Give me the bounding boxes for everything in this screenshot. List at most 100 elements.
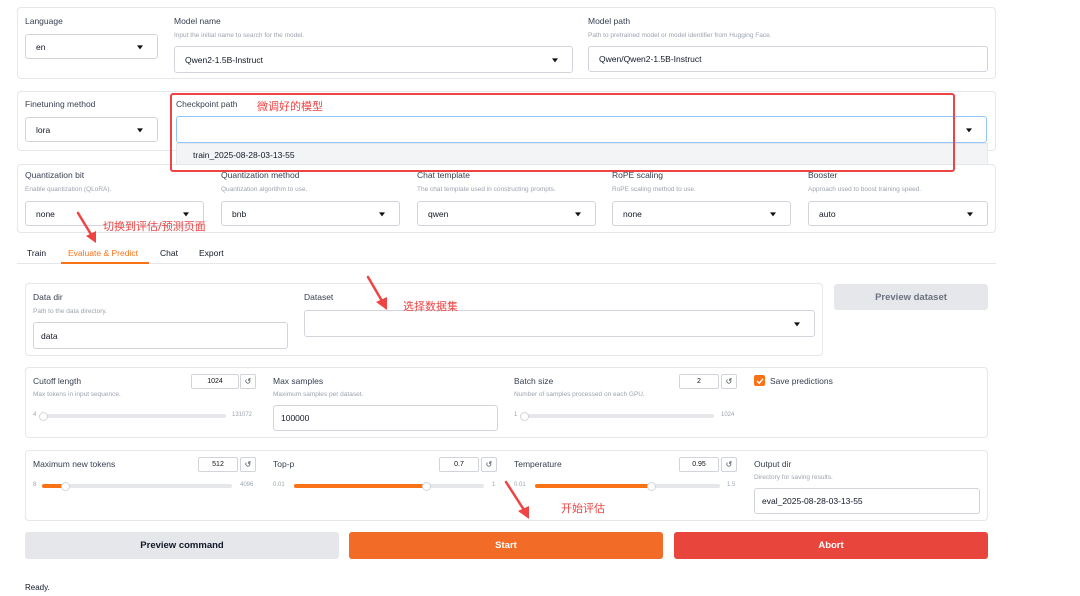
batch-size-number[interactable]: 2 (679, 374, 719, 389)
temperature-slider[interactable] (535, 481, 720, 491)
temperature-number[interactable]: 0.95 (679, 457, 719, 472)
tab-train[interactable]: Train (27, 248, 46, 258)
slider-max-label: 1024 (721, 412, 735, 418)
slider-min-label: 8 (33, 482, 37, 488)
finetuning-method-select[interactable]: lora (25, 117, 158, 142)
rope-scaling-info: RoPE scaling method to use. (612, 186, 696, 193)
chevron-down-icon (770, 211, 776, 216)
save-predictions-checkbox[interactable] (754, 375, 765, 386)
slider-handle[interactable] (519, 411, 529, 421)
batch-size-slider[interactable] (519, 411, 714, 421)
preview-command-button[interactable]: Preview command (25, 532, 339, 559)
slider-min-label: 0.01 (273, 482, 285, 488)
slider-handle[interactable] (60, 481, 70, 491)
model-path-label: Model path (588, 16, 631, 26)
quantization-method-value: bnb (232, 208, 247, 219)
checkpoint-dropdown-list: train_2025-08-28-03-13-55 (176, 143, 988, 166)
quantization-method-select[interactable]: bnb (221, 201, 400, 226)
dataset-select[interactable] (304, 310, 815, 337)
chevron-down-icon (552, 57, 558, 62)
max-new-tokens-number[interactable]: 512 (198, 457, 238, 472)
tab-annotation: 切换到评估/预测页面 (103, 220, 206, 233)
rope-scaling-label: RoPE scaling (612, 170, 664, 180)
dataset-label: Dataset (304, 292, 334, 302)
booster-select[interactable]: auto (808, 201, 988, 226)
model-name-info: Input the initial name to search for the… (174, 32, 305, 39)
max-new-tokens-label: Maximum new tokens (33, 459, 116, 469)
slider-handle[interactable] (421, 481, 431, 491)
slider-handle[interactable] (647, 481, 657, 491)
output-dir-value: eval_2025-08-28-03-13-55 (762, 496, 863, 506)
max-samples-value: 100000 (281, 413, 310, 423)
max-samples-input[interactable]: 100000 (273, 405, 498, 431)
output-dir-label: Output dir (754, 459, 792, 469)
booster-info: Approach used to boost training speed. (808, 186, 922, 193)
model-path-input[interactable]: Qwen/Qwen2-1.5B-Instruct (588, 46, 988, 72)
reset-icon[interactable]: ↺ (481, 457, 497, 472)
tab-chat[interactable]: Chat (160, 248, 178, 258)
tab-evaluate-predict[interactable]: Evaluate & Predict (68, 248, 138, 258)
slider-max-label: 1.5 (727, 482, 736, 488)
start-button[interactable]: Start (349, 532, 663, 559)
slider-fill (535, 484, 652, 488)
cutoff-length-number[interactable]: 1024 (191, 374, 239, 389)
tab-export[interactable]: Export (199, 248, 224, 258)
quantization-bit-info: Enable quantization (QLoRA). (25, 186, 112, 193)
top-p-number[interactable]: 0.7 (439, 457, 479, 472)
language-select[interactable]: en (25, 34, 158, 59)
chevron-down-icon (575, 211, 581, 216)
slider-min-label: 1 (514, 412, 518, 418)
checkmark-icon (756, 377, 764, 384)
output-dir-input[interactable]: eval_2025-08-28-03-13-55 (754, 488, 980, 514)
cutoff-length-label: Cutoff length (33, 376, 82, 386)
slider-fill (294, 484, 427, 488)
top-p-slider[interactable] (294, 481, 484, 491)
reset-icon[interactable]: ↺ (721, 374, 737, 389)
active-tab-indicator (61, 262, 149, 264)
checkpoint-option[interactable]: train_2025-08-28-03-13-55 (193, 150, 295, 160)
reset-icon[interactable]: ↺ (240, 374, 256, 389)
model-name-label: Model name (174, 16, 221, 26)
chat-template-info: The chat template used in constructing p… (417, 186, 556, 193)
abort-button[interactable]: Abort (674, 532, 988, 559)
dataset-annotation: 选择数据集 (403, 300, 458, 313)
checkpoint-annotation: 微调好的模型 (257, 100, 323, 113)
language-label: Language (25, 16, 63, 26)
chevron-down-icon (966, 127, 972, 132)
preview-dataset-button[interactable]: Preview dataset (834, 284, 988, 310)
finetuning-method-label: Finetuning method (25, 99, 96, 109)
save-predictions-label: Save predictions (770, 376, 833, 386)
status-text: Ready. (25, 583, 50, 592)
model-path-info: Path to pretrained model or model identi… (588, 32, 772, 39)
reset-icon[interactable]: ↺ (240, 457, 256, 472)
reset-icon[interactable]: ↺ (721, 457, 737, 472)
slider-max-label: 4096 (240, 482, 254, 488)
batch-size-label: Batch size (514, 376, 554, 386)
rope-scaling-select[interactable]: none (612, 201, 791, 226)
data-dir-input[interactable]: data (33, 322, 288, 349)
slider-min-label: 4 (33, 412, 37, 418)
max-new-tokens-slider[interactable] (42, 481, 232, 491)
temperature-label: Temperature (514, 459, 562, 469)
chevron-down-icon (137, 127, 143, 132)
cutoff-length-slider[interactable] (38, 411, 226, 421)
checkpoint-path-select[interactable] (176, 116, 987, 143)
top-p-label: Top-p (273, 459, 295, 469)
slider-max-label: 131072 (232, 412, 253, 418)
rope-scaling-value: none (623, 208, 642, 219)
chat-template-select[interactable]: qwen (417, 201, 596, 226)
data-dir-info: Path to the data directory. (33, 308, 107, 315)
slider-min-label: 0.01 (514, 482, 526, 488)
quantization-bit-label: Quantization bit (25, 170, 85, 180)
cutoff-length-info: Max tokens in input sequence. (33, 391, 121, 398)
chat-template-value: qwen (428, 208, 449, 219)
booster-label: Booster (808, 170, 838, 180)
chevron-down-icon (794, 321, 800, 326)
quantization-bit-value: none (36, 208, 55, 219)
model-name-select[interactable]: Qwen2-1.5B-Instruct (174, 46, 573, 73)
language-value: en (36, 41, 46, 52)
eval-params-panel (25, 367, 988, 438)
slider-handle[interactable] (38, 411, 48, 421)
model-name-value: Qwen2-1.5B-Instruct (185, 54, 263, 65)
data-dir-label: Data dir (33, 292, 63, 302)
